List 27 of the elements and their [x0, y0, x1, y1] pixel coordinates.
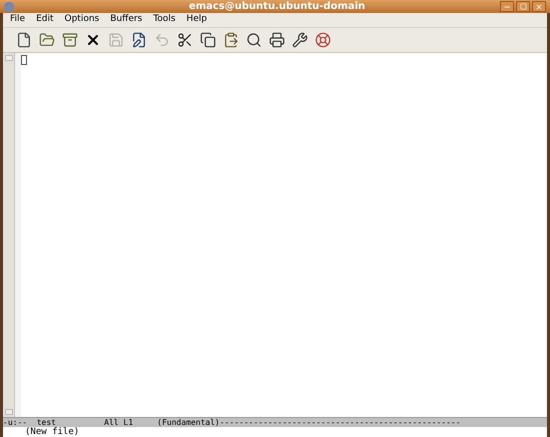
close-button[interactable]	[532, 1, 546, 12]
menu-item[interactable]: Buffers	[110, 13, 142, 27]
close-icon	[535, 2, 543, 10]
window-title: emacs@ubuntu.ubuntu-domain	[188, 0, 366, 13]
scrollbar[interactable]	[3, 53, 15, 417]
text-cursor	[21, 55, 27, 65]
scissors-icon[interactable]	[176, 31, 194, 49]
folder-icon[interactable]	[38, 31, 56, 49]
menu-item[interactable]: Edit	[36, 13, 54, 27]
menu-item[interactable]: Help	[186, 13, 207, 27]
maximize-button[interactable]	[516, 1, 530, 12]
menu-item[interactable]: Options	[64, 13, 100, 27]
minibuffer: (New file)	[3, 427, 547, 437]
menu-item[interactable]: File	[10, 13, 26, 27]
app-icon	[4, 2, 14, 12]
printer-icon[interactable]	[268, 31, 286, 49]
tools-icon[interactable]	[291, 31, 309, 49]
new-file-icon[interactable]	[15, 31, 33, 49]
minimize-button[interactable]	[500, 1, 514, 12]
paste-icon[interactable]	[222, 31, 240, 49]
lifebuoy-icon[interactable]	[314, 31, 332, 49]
search-icon[interactable]	[245, 31, 263, 49]
maximize-icon	[520, 3, 526, 10]
menu-item[interactable]: Tools	[153, 13, 176, 27]
cabinet-icon[interactable]	[61, 31, 79, 49]
save-as-icon[interactable]	[130, 31, 148, 49]
copy-icon[interactable]	[199, 31, 217, 49]
